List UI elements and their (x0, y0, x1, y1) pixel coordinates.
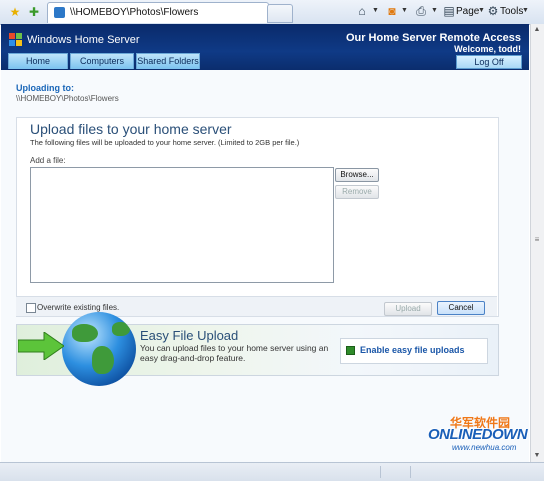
home-icon[interactable]: ⌂ (355, 4, 369, 18)
home-dropdown-icon[interactable]: ▼ (372, 7, 379, 14)
tools-menu[interactable]: Tools (500, 6, 523, 17)
arrow-right-icon (346, 346, 355, 355)
easy-upload-description: You can upload files to your home server… (140, 343, 329, 363)
upload-button[interactable]: Upload (384, 302, 432, 316)
overwrite-checkbox[interactable] (26, 303, 36, 313)
globe-icon (62, 312, 136, 386)
scroll-thumb[interactable]: ≡ (531, 230, 543, 250)
scroll-up-icon[interactable]: ▲ (531, 24, 543, 36)
browse-button[interactable]: Browse... (335, 168, 379, 182)
tab-shared-folders[interactable]: Shared Folders (136, 53, 200, 69)
enable-easy-upload-link[interactable]: Enable easy file uploads (360, 345, 465, 355)
upload-heading: Upload files to your home server (30, 121, 232, 137)
page-menu[interactable]: Page (456, 6, 479, 17)
upload-destination-label: Uploading to: (16, 83, 74, 93)
upload-destination-path: \\HOMEBOY\Photos\Flowers (16, 94, 119, 103)
brand-name: Windows Home Server (27, 34, 140, 46)
cancel-button[interactable]: Cancel (437, 301, 485, 315)
tab-computers[interactable]: Computers (70, 53, 134, 69)
remove-button[interactable]: Remove (335, 185, 379, 199)
welcome-text: Welcome, todd! (454, 44, 521, 54)
new-tab-button[interactable] (267, 4, 293, 23)
favorites-star-icon[interactable]: ★ (8, 5, 22, 19)
page-favicon-icon (54, 7, 65, 18)
browser-tab-title: \\HOMEBOY\Photos\Flowers (70, 7, 199, 18)
page-dropdown-icon[interactable]: ▼ (478, 7, 485, 14)
status-divider (410, 466, 411, 478)
feeds-dropdown-icon[interactable]: ▼ (401, 7, 408, 14)
overwrite-label[interactable]: Overwrite existing files. (37, 303, 119, 312)
tools-gear-icon: ⚙ (487, 4, 499, 18)
watermark-url: www.newhua.com (452, 443, 517, 452)
feeds-icon[interactable]: ◙ (385, 4, 399, 18)
easy-upload-heading: Easy File Upload (140, 328, 239, 343)
scroll-down-icon[interactable]: ▼ (531, 450, 543, 462)
status-divider (380, 466, 381, 478)
page-icon: ▤ (443, 4, 455, 18)
page-title: Our Home Server Remote Access (345, 32, 521, 44)
watermark-logo: ONLINEDOWN (428, 426, 528, 443)
add-file-label: Add a file: (30, 156, 66, 165)
browser-tab-active[interactable]: \\HOMEBOY\Photos\Flowers (47, 2, 269, 23)
file-list-box[interactable] (30, 167, 334, 283)
tab-home[interactable]: Home (8, 53, 68, 69)
upload-description: The following files will be uploaded to … (30, 138, 300, 147)
green-arrow-icon (18, 332, 64, 360)
windows-logo-icon (9, 33, 23, 47)
browser-toolbar: ★ ✚ \\HOMEBOY\Photos\Flowers ⌂ ▼ ◙ ▼ ⎙ ▼… (0, 0, 544, 25)
status-bar (0, 462, 544, 481)
tools-dropdown-icon[interactable]: ▼ (522, 7, 529, 14)
print-dropdown-icon[interactable]: ▼ (431, 7, 438, 14)
add-favorites-icon[interactable]: ✚ (27, 5, 41, 19)
print-icon[interactable]: ⎙ (414, 4, 428, 18)
logoff-button[interactable]: Log Off (456, 55, 522, 69)
